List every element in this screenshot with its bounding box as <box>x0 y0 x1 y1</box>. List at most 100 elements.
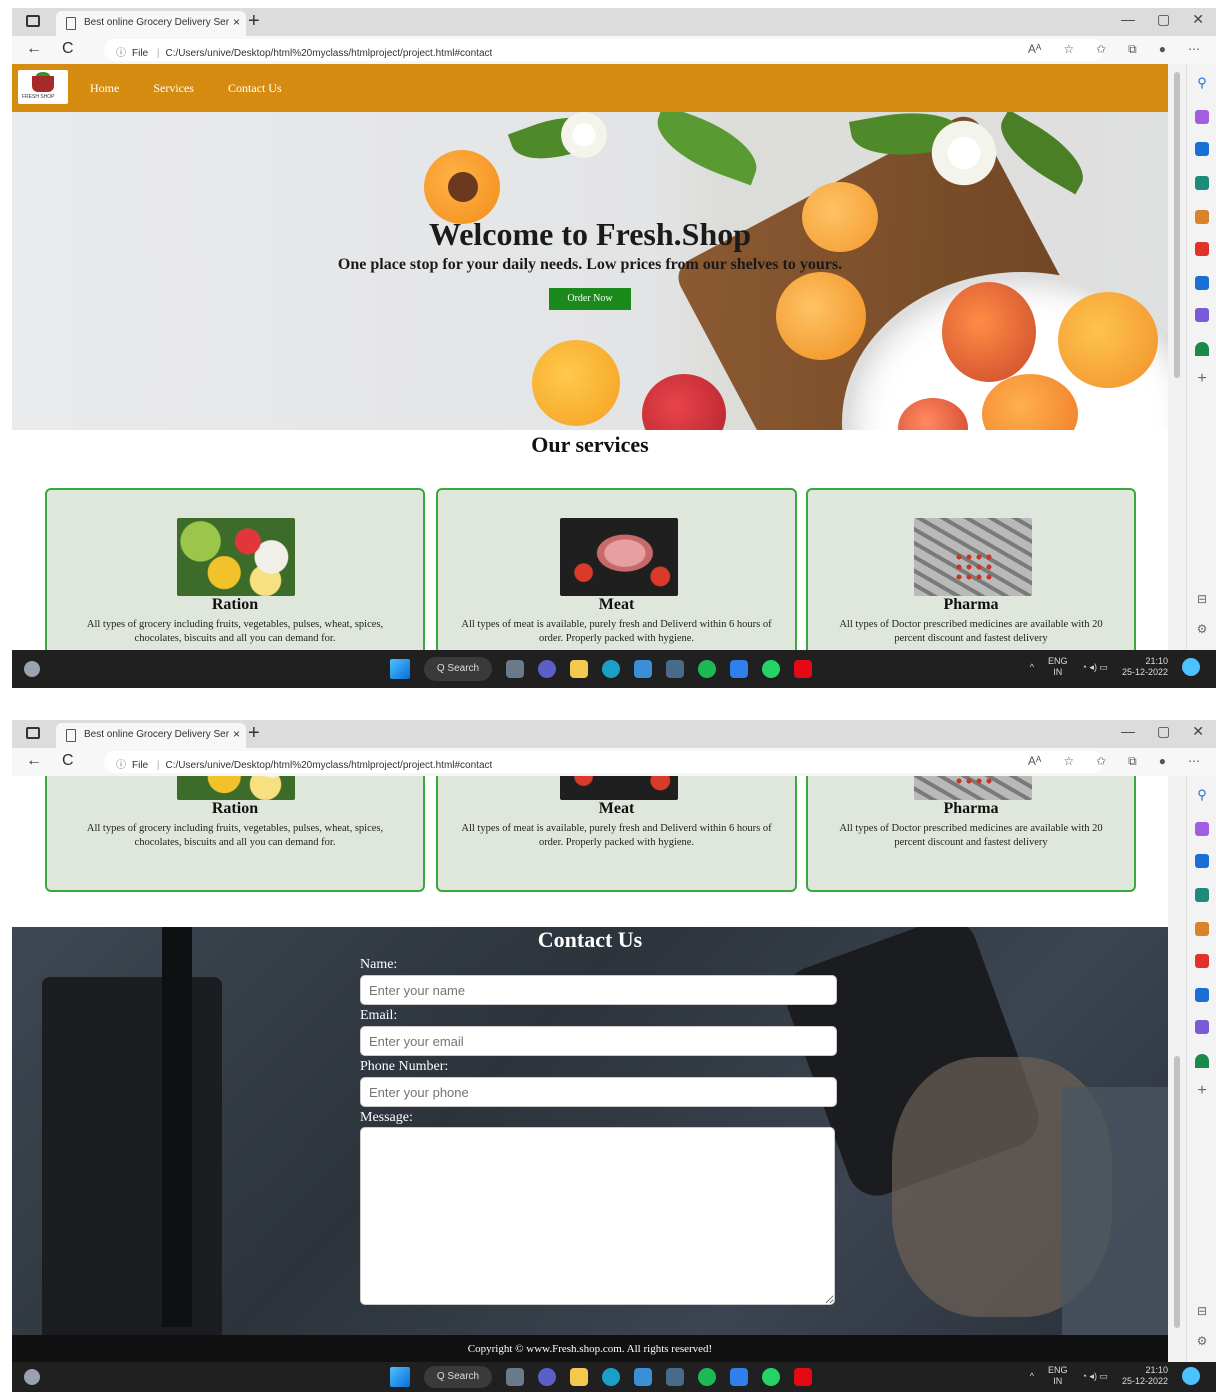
profile-icon[interactable]: ● <box>1159 754 1166 769</box>
tree-icon[interactable] <box>1195 342 1209 356</box>
add-icon[interactable]: + <box>1195 371 1209 387</box>
wifi-volume-battery-icons[interactable]: ◔ ◂) ▭ <box>1081 1371 1107 1382</box>
scrollbar-thumb[interactable] <box>1174 1056 1180 1328</box>
info-icon[interactable]: ⓘ <box>116 48 126 59</box>
tree-icon[interactable] <box>1195 1054 1209 1068</box>
notification-icon[interactable] <box>1182 658 1200 676</box>
favorite-add-icon[interactable]: ☆ <box>1063 42 1074 57</box>
settings-gear-icon[interactable]: ⚙ <box>1195 1334 1209 1348</box>
tab-close-icon[interactable]: × <box>233 727 240 741</box>
profile-icon[interactable]: ● <box>1159 42 1166 57</box>
weather-icon[interactable] <box>24 661 40 677</box>
spotify-icon[interactable] <box>698 660 716 678</box>
search-icon[interactable]: ⚲ <box>1195 76 1209 90</box>
netflix-icon[interactable] <box>794 660 812 678</box>
notification-icon[interactable] <box>1182 1367 1200 1385</box>
copilot-icon[interactable] <box>1195 822 1209 836</box>
info-icon[interactable]: ⓘ <box>116 760 126 771</box>
tray-chevron-icon[interactable]: ^ <box>1030 1371 1034 1381</box>
office-icon[interactable] <box>1195 242 1209 256</box>
spotify-icon[interactable] <box>698 1368 716 1386</box>
search-icon[interactable]: ⚲ <box>1195 788 1209 802</box>
scrollbar-thumb[interactable] <box>1174 72 1180 378</box>
back-button[interactable]: ← <box>26 40 42 58</box>
nav-home-link[interactable]: Home <box>90 81 119 96</box>
back-button[interactable]: ← <box>26 752 42 770</box>
more-menu-icon[interactable]: ⋯ <box>1188 754 1200 769</box>
address-bar[interactable]: ⓘ File | C:/Users/unive/Desktop/html%20myc… <box>104 751 1104 773</box>
collections-icon[interactable]: ⧉ <box>1128 754 1137 769</box>
browser-tab[interactable]: Best online Grocery Delivery Ser × <box>56 723 246 748</box>
taskbar-search[interactable]: Q Search <box>424 1366 492 1388</box>
close-window-button[interactable]: ✕ <box>1192 723 1204 740</box>
office-icon[interactable] <box>1195 954 1209 968</box>
drop-icon[interactable] <box>1195 1020 1209 1034</box>
minimize-button[interactable]: — <box>1121 11 1135 28</box>
file-explorer-icon[interactable] <box>570 1368 588 1386</box>
netflix-icon[interactable] <box>794 1368 812 1386</box>
wifi-volume-battery-icons[interactable]: ◔ ◂) ▭ <box>1081 662 1107 673</box>
clock[interactable]: 21:10 25-12-2022 <box>1122 656 1168 678</box>
browser-tab[interactable]: Best online Grocery Delivery Ser × <box>56 11 246 36</box>
drop-icon[interactable] <box>1195 308 1209 322</box>
maximize-button[interactable]: ▢ <box>1157 723 1170 740</box>
collections-icon[interactable]: ⧉ <box>1128 42 1137 57</box>
address-bar[interactable]: ⓘ File | C:/Users/unive/Desktop/html%20myc… <box>104 39 1104 61</box>
order-now-button[interactable]: Order Now <box>549 288 631 310</box>
reload-button[interactable]: C <box>62 752 74 770</box>
edge-browser-icon[interactable] <box>602 1368 620 1386</box>
add-icon[interactable]: + <box>1195 1083 1209 1099</box>
tools-icon[interactable] <box>1195 176 1209 190</box>
maximize-button[interactable]: ▢ <box>1157 11 1170 28</box>
site-logo[interactable]: FRESH SHOP <box>18 70 68 104</box>
favorite-add-icon[interactable]: ☆ <box>1063 754 1074 769</box>
store-icon[interactable] <box>634 660 652 678</box>
taskbar-search[interactable]: Q Search <box>424 657 492 681</box>
split-screen-icon[interactable]: ⊟ <box>1195 592 1209 606</box>
shopping-icon[interactable] <box>1195 142 1209 156</box>
tab-close-icon[interactable]: × <box>233 15 240 29</box>
vscode-icon[interactable] <box>730 660 748 678</box>
read-aloud-icon[interactable]: A͏ᴬ <box>1028 42 1041 57</box>
email-input[interactable] <box>360 1026 837 1056</box>
message-textarea[interactable] <box>360 1127 835 1305</box>
favorites-icon[interactable]: ✩ <box>1096 42 1106 57</box>
games-icon[interactable] <box>1195 922 1209 936</box>
tab-actions-icon[interactable] <box>26 727 40 739</box>
tools-icon[interactable] <box>1195 888 1209 902</box>
favorites-icon[interactable]: ✩ <box>1096 754 1106 769</box>
whatsapp-icon[interactable] <box>762 1368 780 1386</box>
language-indicator[interactable]: ENG IN <box>1048 656 1068 678</box>
new-tab-button[interactable]: + <box>248 10 260 33</box>
settings-gear-icon[interactable]: ⚙ <box>1195 622 1209 636</box>
calculator-icon[interactable] <box>666 660 684 678</box>
nav-services-link[interactable]: Services <box>153 81 194 96</box>
chat-icon[interactable] <box>538 1368 556 1386</box>
start-button[interactable] <box>390 1367 410 1387</box>
phone-input[interactable] <box>360 1077 837 1107</box>
games-icon[interactable] <box>1195 210 1209 224</box>
name-input[interactable] <box>360 975 837 1005</box>
whatsapp-icon[interactable] <box>762 660 780 678</box>
outlook-icon[interactable] <box>1195 988 1209 1002</box>
tray-chevron-icon[interactable]: ^ <box>1030 662 1034 672</box>
store-icon[interactable] <box>634 1368 652 1386</box>
read-aloud-icon[interactable]: A͏ᴬ <box>1028 754 1041 769</box>
new-tab-button[interactable]: + <box>248 722 260 745</box>
close-window-button[interactable]: ✕ <box>1192 11 1204 28</box>
task-view-icon[interactable] <box>506 660 524 678</box>
start-button[interactable] <box>390 659 410 679</box>
shopping-icon[interactable] <box>1195 854 1209 868</box>
clock[interactable]: 21:10 25-12-2022 <box>1122 1365 1168 1387</box>
edge-browser-icon[interactable] <box>602 660 620 678</box>
chat-icon[interactable] <box>538 660 556 678</box>
nav-contact-link[interactable]: Contact Us <box>228 81 282 96</box>
file-explorer-icon[interactable] <box>570 660 588 678</box>
reload-button[interactable]: C <box>62 40 74 58</box>
minimize-button[interactable]: — <box>1121 723 1135 740</box>
tab-actions-icon[interactable] <box>26 15 40 27</box>
language-indicator[interactable]: ENG IN <box>1048 1365 1068 1387</box>
outlook-icon[interactable] <box>1195 276 1209 290</box>
task-view-icon[interactable] <box>506 1368 524 1386</box>
more-menu-icon[interactable]: ⋯ <box>1188 42 1200 57</box>
